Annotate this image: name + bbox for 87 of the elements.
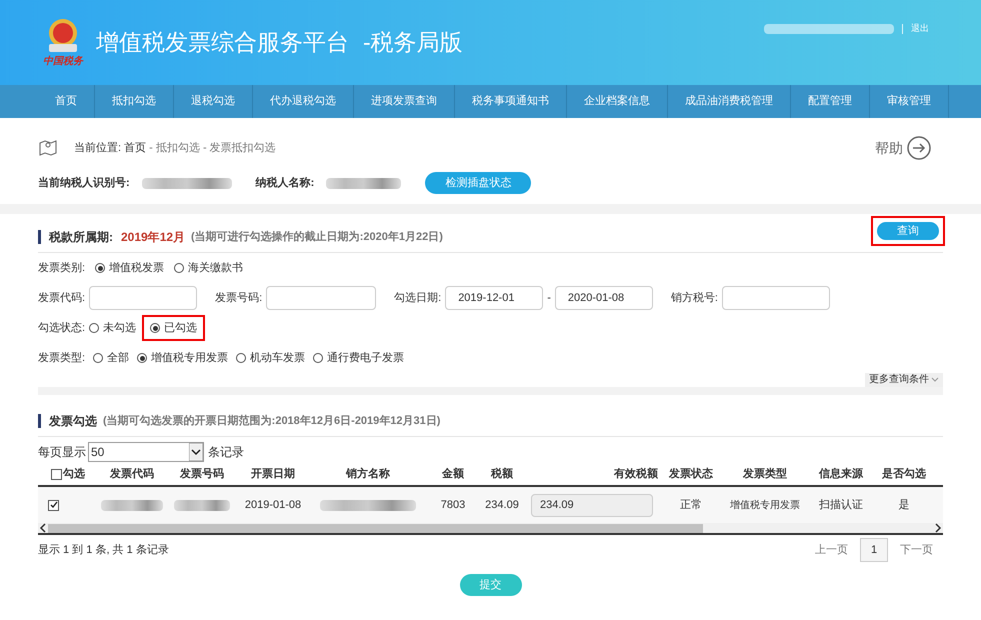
logo-text: 中国税务	[43, 54, 83, 69]
divider	[902, 24, 903, 34]
help-link[interactable]: 帮助	[875, 138, 903, 158]
table-cell-text: 正常	[680, 498, 702, 513]
field-label: 发票号码:	[215, 290, 262, 306]
checkbox[interactable]	[48, 500, 59, 510]
date-value: 2019-12-01	[458, 290, 514, 306]
column-header: 发票状态	[669, 466, 713, 482]
chevron-down-icon	[931, 377, 939, 383]
nav-tab[interactable]: 税务事项通知书	[455, 85, 567, 118]
radio-option[interactable]: 全部	[93, 350, 130, 366]
column-header: 勾选	[63, 466, 85, 482]
query-button[interactable]: 查询	[877, 222, 939, 240]
radio-option[interactable]: 已勾选	[150, 320, 198, 336]
map-icon	[38, 139, 58, 157]
period-note: (当期可进行勾选操作的截止日期为:2020年1月22日)	[191, 230, 443, 245]
nav-tab[interactable]: 成品油消费税管理	[668, 85, 791, 118]
check-drive-button[interactable]: 检测插盘状态	[425, 172, 532, 194]
page-number-button[interactable]: 1	[860, 538, 888, 562]
field-label: 销方税号:	[670, 290, 718, 306]
blurred-text	[174, 500, 230, 510]
scroll-right-icon[interactable]	[933, 523, 943, 533]
period-value: 2019年12月	[121, 229, 186, 246]
nav-tab[interactable]: 抵扣勾选	[95, 85, 174, 118]
input-field[interactable]	[89, 286, 198, 310]
edition-title: -税务局版	[363, 28, 463, 58]
input-field[interactable]	[722, 286, 830, 310]
radio-option[interactable]: 未勾选	[89, 320, 136, 336]
input-field[interactable]: 2019-12-01	[445, 286, 544, 310]
nav-tab[interactable]: 企业档案信息	[567, 85, 668, 118]
period-label: 税款所属期:	[49, 229, 113, 246]
column-header: 开票日期	[251, 466, 295, 482]
column-header: 销方名称	[346, 466, 390, 482]
field-label: 勾选日期:	[394, 290, 442, 306]
taxpayer-id-label: 当前纳税人识别号:	[38, 176, 130, 191]
arrow-right-icon[interactable]	[907, 136, 931, 160]
per-page-select[interactable]: 50	[88, 442, 204, 462]
nav-tab[interactable]: 审核管理	[870, 85, 949, 118]
taxpayer-name-label: 纳税人名称:	[256, 176, 314, 191]
breadcrumb: 当前位置: 首页 - 抵扣勾选 - 发票抵扣勾选	[74, 140, 276, 156]
column-header: 税额	[491, 466, 513, 482]
column-header: 发票代码	[110, 466, 154, 482]
table-cell-text: 扫描认证	[819, 498, 863, 513]
checkbox[interactable]	[51, 468, 62, 480]
field-label: 发票代码:	[38, 290, 86, 306]
column-header: 信息来源	[819, 466, 863, 482]
table-cell-text: 234.09	[485, 498, 519, 513]
column-header: 发票号码	[180, 466, 224, 482]
scroll-left-icon[interactable]	[38, 523, 48, 533]
input-field[interactable]	[266, 286, 376, 310]
field-label: 勾选状态:	[38, 320, 86, 336]
nav-tab[interactable]: 首页	[38, 85, 95, 118]
field-label: 发票类别:	[38, 260, 86, 276]
per-page-label: 每页显示	[38, 444, 86, 461]
column-header: 是否勾选	[882, 466, 926, 482]
prev-page-link[interactable]: 上一页	[815, 542, 848, 558]
nav-tab[interactable]: 配置管理	[791, 85, 870, 118]
valid-tax-field[interactable]: 234.09	[531, 494, 653, 516]
radio-option[interactable]: 增值税专用发票	[137, 350, 228, 366]
date-separator: -	[547, 290, 551, 306]
table-cell-text: 7803	[440, 498, 466, 513]
next-page-link[interactable]: 下一页	[900, 542, 933, 558]
caret-icon	[189, 443, 203, 461]
nav-tab[interactable]: 进项发票查询	[354, 85, 455, 118]
column-header: 有效税额	[614, 466, 658, 482]
field-label: 发票类型:	[38, 350, 86, 366]
horizontal-scrollbar[interactable]	[38, 523, 943, 535]
more-conditions-button[interactable]: 更多查询条件	[865, 373, 943, 387]
table-cell-text: 增值税专用发票	[730, 498, 800, 512]
column-header: 发票类型	[743, 466, 787, 482]
per-page-suffix: 条记录	[208, 444, 244, 461]
record-summary: 显示 1 到 1 条, 共 1 条记录	[38, 542, 169, 558]
blurred-text	[101, 500, 163, 510]
nav-tab[interactable]: 代办退税勾选	[253, 85, 354, 118]
date-value: 2020-01-08	[568, 290, 624, 306]
radio-option[interactable]: 海关缴款书	[174, 260, 244, 276]
input-field[interactable]: 2020-01-08	[554, 286, 653, 310]
section-title: 发票勾选	[49, 413, 97, 430]
radio-option[interactable]: 通行费电子发票	[313, 350, 404, 366]
column-header: 金额	[442, 466, 464, 482]
section-note: (当期可勾选发票的开票日期范围为:2018年12月6日-2019年12月31日)	[103, 414, 440, 429]
table-cell-text: 2019-01-08	[244, 498, 302, 513]
table-cell-text: 是	[898, 498, 910, 513]
radio-option[interactable]: 增值税发票	[95, 260, 164, 276]
platform-title: 增值税发票综合服务平台	[96, 28, 349, 58]
nav-tab[interactable]: 退税勾选	[174, 85, 253, 118]
radio-option[interactable]: 机动车发票	[236, 350, 306, 366]
